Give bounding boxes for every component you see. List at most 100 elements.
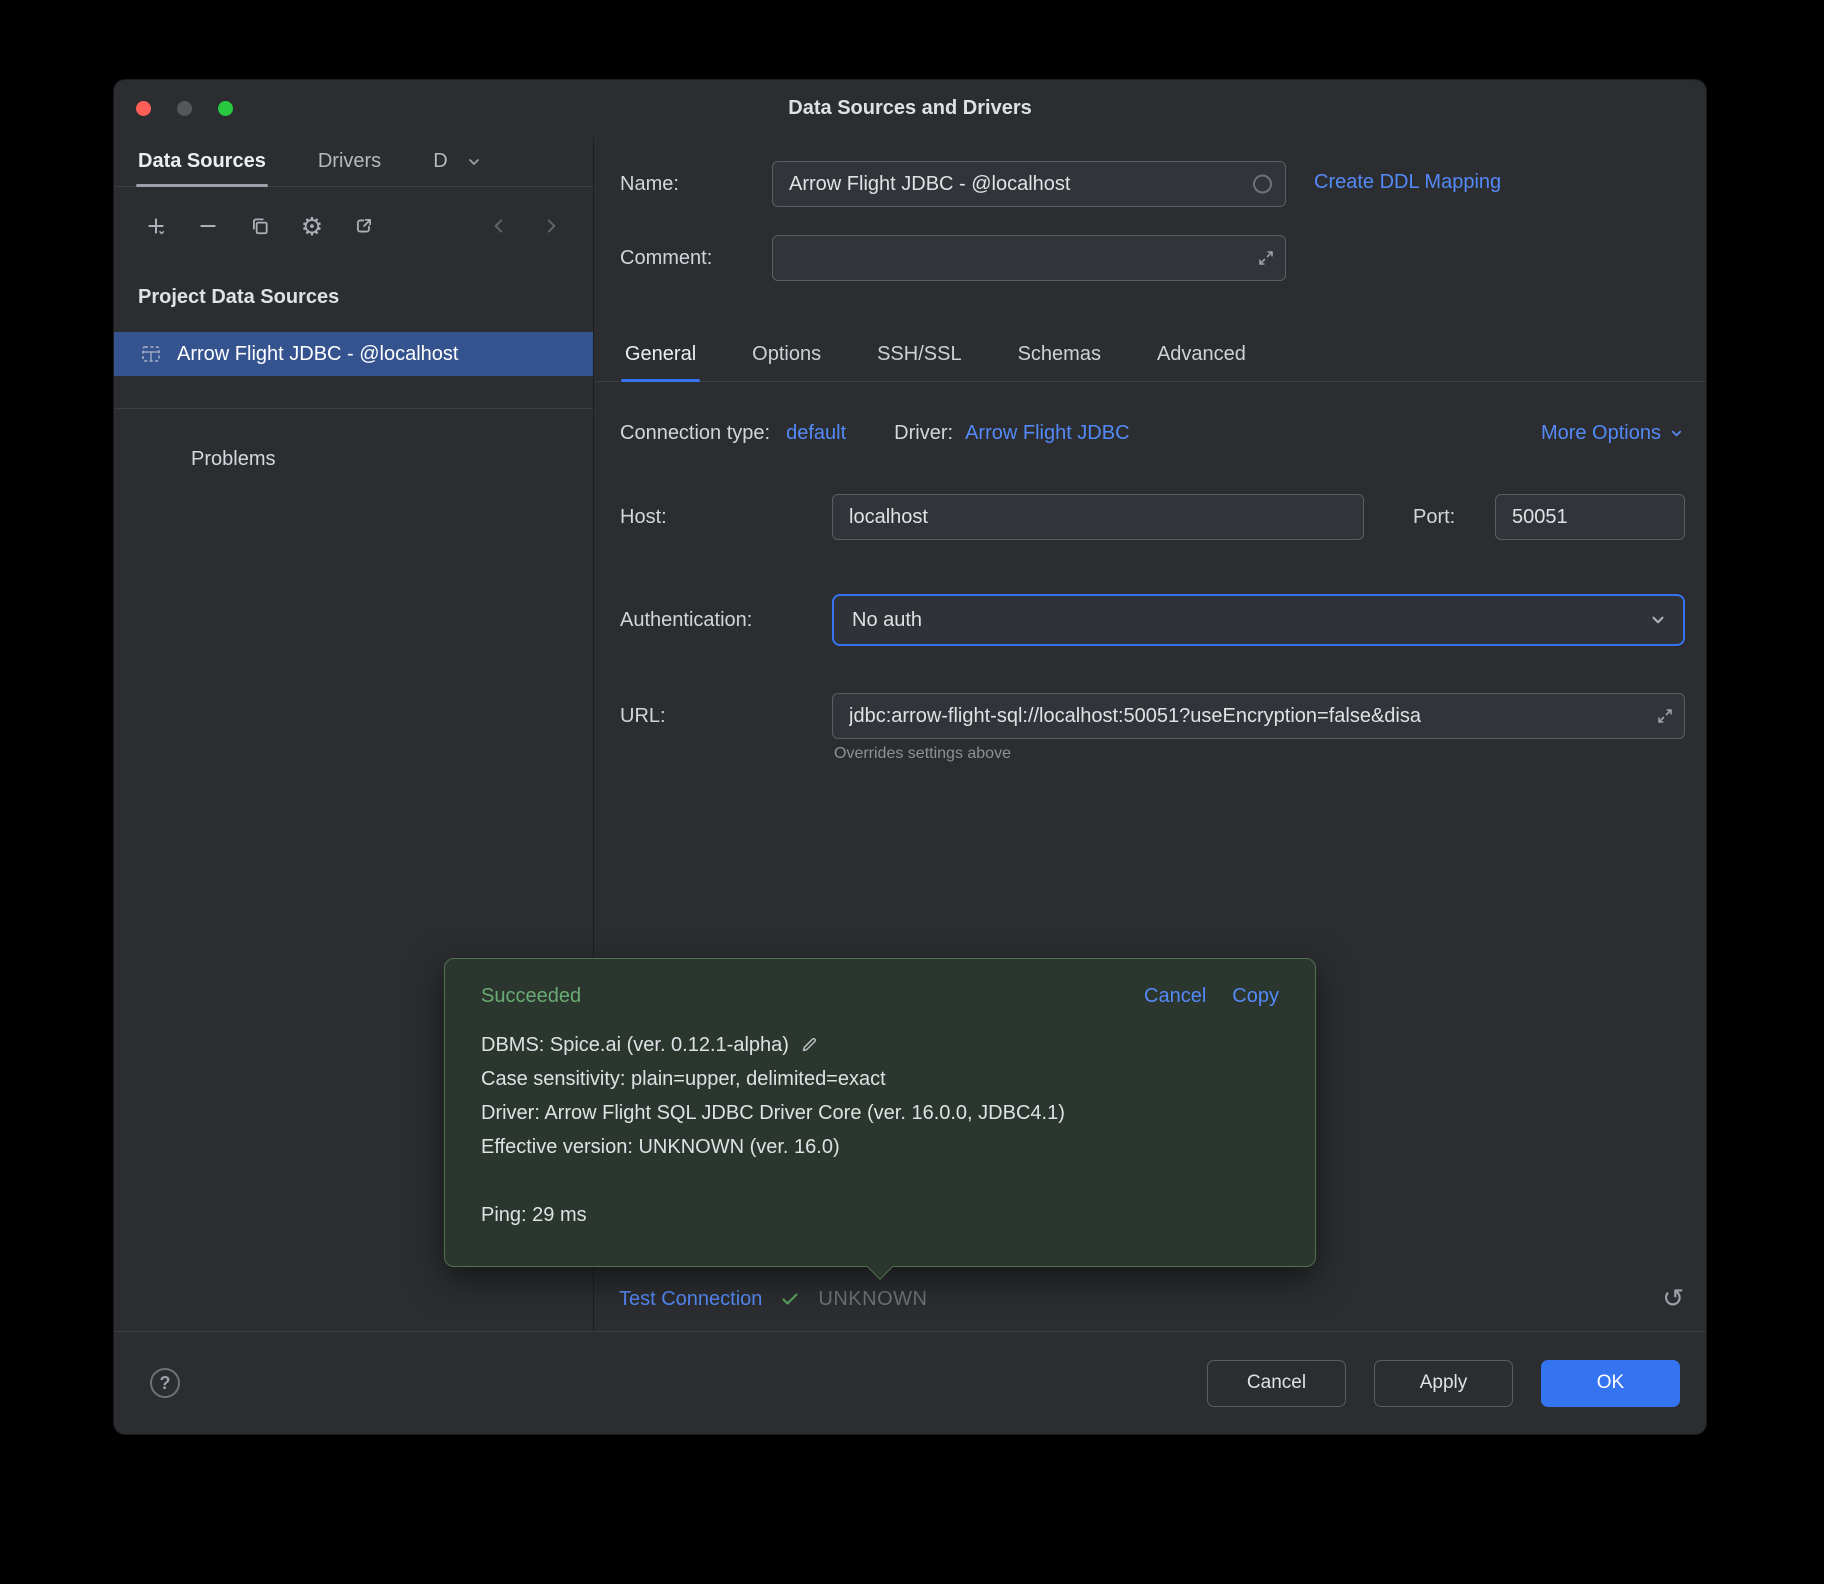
duplicate-button[interactable]: [246, 212, 274, 240]
comment-field[interactable]: [772, 235, 1286, 281]
minimize-button[interactable]: [177, 101, 192, 116]
sidebar-item-datasource[interactable]: Arrow Flight JDBC - @localhost: [114, 332, 593, 376]
name-input[interactable]: [773, 162, 1285, 206]
titlebar: Data Sources and Drivers: [114, 80, 1706, 137]
popup-driver-line: Driver: Arrow Flight SQL JDBC Driver Cor…: [481, 1096, 1279, 1130]
pencil-icon[interactable]: [799, 1035, 819, 1055]
popup-cancel-link[interactable]: Cancel: [1144, 985, 1206, 1008]
chevron-down-icon: [466, 154, 482, 170]
popup-copy-link[interactable]: Copy: [1232, 985, 1279, 1008]
copy-icon: [250, 216, 270, 236]
more-options-label: More Options: [1541, 422, 1661, 445]
help-icon: ?: [160, 1373, 171, 1394]
port-label: Port:: [1413, 504, 1455, 530]
project-data-sources-header: Project Data Sources: [138, 286, 339, 309]
tab-drivers[interactable]: Drivers: [318, 137, 381, 186]
connection-type-value[interactable]: default: [786, 422, 846, 445]
popup-links: Cancel Copy: [1144, 985, 1279, 1008]
gear-icon: ⚙: [301, 214, 323, 239]
forward-button[interactable]: [537, 212, 565, 240]
popup-ping-line: Ping: 29 ms: [481, 1198, 1279, 1232]
comment-input[interactable]: [773, 236, 1285, 280]
dialog-footer: ? Cancel Apply OK: [114, 1331, 1706, 1434]
tabs-overflow-button[interactable]: [466, 137, 482, 186]
sidebar-item-problems[interactable]: Problems: [191, 448, 275, 471]
revert-icon[interactable]: ↺: [1662, 1286, 1684, 1312]
popup-status: Succeeded: [481, 985, 581, 1008]
datasource-icon: [140, 343, 162, 365]
tab-options[interactable]: Options: [752, 328, 821, 381]
screen: Data Sources and Drivers Data Sources Dr…: [0, 0, 1824, 1584]
url-field[interactable]: [832, 693, 1685, 739]
driver-value-link[interactable]: Arrow Flight JDBC: [965, 422, 1129, 445]
close-button[interactable]: [136, 101, 151, 116]
test-connection-link[interactable]: Test Connection: [619, 1288, 762, 1311]
settings-button[interactable]: ⚙: [298, 212, 326, 240]
test-connection-result-popup: Succeeded Cancel Copy DBMS: Spice.ai (ve…: [444, 958, 1316, 1267]
host-input[interactable]: [833, 495, 1363, 539]
tab-data-sources[interactable]: Data Sources: [138, 137, 266, 186]
create-ddl-mapping-link[interactable]: Create DDL Mapping: [1314, 171, 1501, 194]
url-input[interactable]: [833, 694, 1684, 738]
tab-advanced[interactable]: Advanced: [1157, 328, 1246, 381]
popup-dbms-line: DBMS: Spice.ai (ver. 0.12.1-alpha): [481, 1028, 1279, 1062]
popup-header: Succeeded Cancel Copy: [481, 985, 1279, 1008]
popup-version-line: Effective version: UNKNOWN (ver. 16.0): [481, 1130, 1279, 1164]
sidebar-toolbar: ⚙: [114, 201, 593, 251]
host-label: Host:: [620, 504, 667, 530]
dialog-body: Data Sources Drivers D: [114, 137, 1706, 1331]
success-check-icon: [780, 1289, 800, 1309]
arrow-right-icon: [541, 216, 561, 236]
name-field[interactable]: [772, 161, 1286, 207]
name-status-ring-icon: [1253, 175, 1272, 194]
zoom-button[interactable]: [218, 101, 233, 116]
driver-label: Driver:: [894, 422, 953, 445]
remove-button[interactable]: [194, 212, 222, 240]
open-external-button[interactable]: [350, 212, 378, 240]
cancel-button[interactable]: Cancel: [1207, 1360, 1346, 1407]
datasource-label: Arrow Flight JDBC - @localhost: [177, 343, 458, 366]
expand-icon[interactable]: [1256, 248, 1276, 268]
sidebar-divider: [114, 408, 593, 409]
more-options-link[interactable]: More Options: [1541, 422, 1684, 445]
dbms-text: DBMS: Spice.ai (ver. 0.12.1-alpha): [481, 1028, 789, 1062]
plus-icon: [146, 216, 166, 236]
popup-body: DBMS: Spice.ai (ver. 0.12.1-alpha) Case …: [481, 1028, 1279, 1232]
back-button[interactable]: [485, 212, 513, 240]
arrow-left-icon: [489, 216, 509, 236]
minus-icon: [198, 216, 218, 236]
external-link-icon: [354, 216, 374, 236]
host-field[interactable]: [832, 494, 1364, 540]
add-button[interactable]: [142, 212, 170, 240]
apply-button[interactable]: Apply: [1374, 1360, 1513, 1407]
tab-schemas[interactable]: Schemas: [1018, 328, 1101, 381]
tab-ddl-truncated[interactable]: D: [433, 137, 447, 186]
tab-general[interactable]: General: [625, 328, 696, 381]
authentication-value: No auth: [852, 609, 922, 632]
name-label: Name:: [620, 171, 679, 197]
settings-tabs: General Options SSH/SSL Schemas Advanced: [595, 328, 1707, 382]
url-override-note: Overrides settings above: [834, 745, 1011, 763]
authentication-select[interactable]: No auth: [832, 594, 1685, 646]
port-input[interactable]: [1496, 495, 1684, 539]
popup-case-line: Case sensitivity: plain=upper, delimited…: [481, 1062, 1279, 1096]
url-label: URL:: [620, 703, 666, 729]
sidebar-tabs: Data Sources Drivers D: [114, 137, 593, 187]
chevron-down-icon: [1649, 611, 1667, 629]
connection-type-label: Connection type:: [620, 422, 770, 445]
traffic-lights: [136, 80, 233, 137]
history-nav: [485, 212, 565, 240]
test-status-text: UNKNOWN: [818, 1288, 927, 1311]
port-field[interactable]: [1495, 494, 1685, 540]
footer-buttons: Cancel Apply OK: [1207, 1360, 1680, 1407]
test-connection-row: Test Connection UNKNOWN ↺: [595, 1267, 1707, 1331]
tab-ssh-ssl[interactable]: SSH/SSL: [877, 328, 961, 381]
data-sources-dialog: Data Sources and Drivers Data Sources Dr…: [113, 79, 1707, 1435]
expand-icon[interactable]: [1655, 706, 1675, 726]
window-title: Data Sources and Drivers: [788, 97, 1031, 120]
help-button[interactable]: ?: [150, 1368, 180, 1398]
comment-label: Comment:: [620, 245, 712, 271]
authentication-label: Authentication:: [620, 607, 752, 633]
ok-button[interactable]: OK: [1541, 1360, 1680, 1407]
chevron-down-icon: [1669, 426, 1684, 441]
